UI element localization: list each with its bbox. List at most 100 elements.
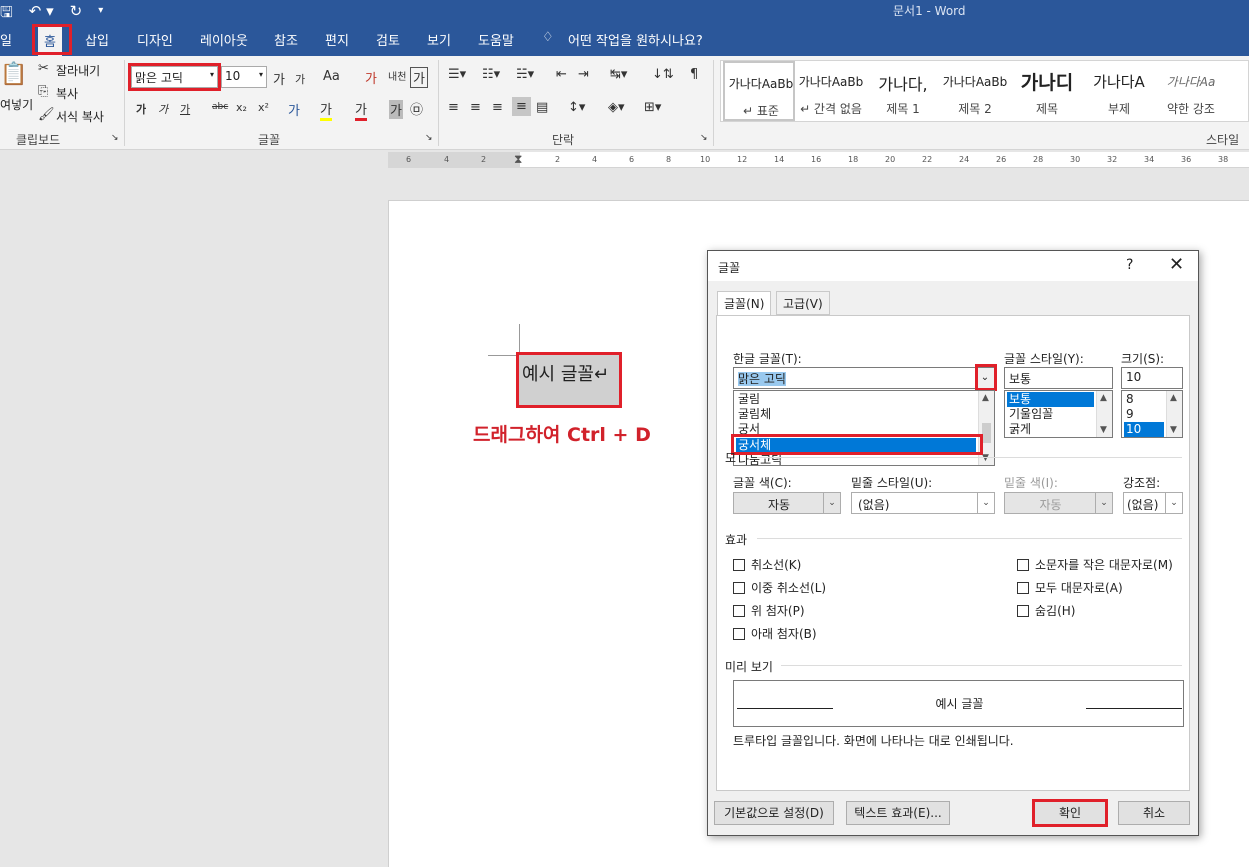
scroll-up-icon[interactable]: ▲ bbox=[1170, 393, 1177, 403]
align-center-icon[interactable]: ≡ bbox=[470, 100, 481, 115]
tell-me-box[interactable]: 어떤 작업을 원하시나요? bbox=[568, 30, 703, 49]
list-item[interactable]: 궁서 bbox=[736, 422, 760, 437]
size-input[interactable]: 10 bbox=[1121, 367, 1183, 389]
list-item-selected[interactable]: 10 bbox=[1124, 422, 1164, 437]
justify-icon[interactable]: ≡ bbox=[512, 97, 531, 116]
dialog-launcher-icon[interactable]: ↘ bbox=[425, 133, 433, 143]
indent-marker-icon[interactable]: ⧗ bbox=[514, 152, 522, 167]
style-heading1[interactable]: 가나다, 제목 1 bbox=[867, 61, 939, 121]
double-strikethrough-checkbox[interactable]: 이중 취소선(L) bbox=[733, 579, 826, 596]
korean-font-list[interactable]: 굴림 굴림체 궁서 궁서체 나눔고딕 ▲ ▼ bbox=[733, 390, 995, 466]
korean-font-input[interactable]: 맑은 고딕 bbox=[733, 367, 995, 389]
close-icon[interactable]: ✕ bbox=[1169, 254, 1184, 275]
set-default-button[interactable]: 기본값으로 설정(D) bbox=[714, 801, 834, 825]
borders-icon[interactable]: ⊞▾ bbox=[644, 100, 661, 115]
align-right-icon[interactable]: ≡ bbox=[492, 100, 503, 115]
scroll-down-icon[interactable]: ▼ bbox=[982, 453, 989, 463]
list-item-selected[interactable]: 보통 bbox=[1007, 392, 1094, 407]
multilevel-list-icon[interactable]: ☵▾ bbox=[516, 67, 534, 82]
char-border-icon[interactable]: 가 bbox=[410, 67, 428, 88]
grow-font-icon[interactable]: 가 bbox=[273, 69, 285, 88]
scrollbar[interactable]: ▲ ▼ bbox=[978, 391, 994, 465]
horizontal-ruler[interactable]: 6 4 2 ⧗ 2 4 6 8 10 12 14 16 18 20 22 24 … bbox=[388, 152, 1249, 168]
selected-text[interactable]: 예시 글꼴↵ bbox=[519, 355, 619, 405]
scrollbar[interactable]: ▲ ▼ bbox=[1096, 391, 1112, 437]
scrollbar[interactable]: ▲ ▼ bbox=[1166, 391, 1182, 437]
dialog-launcher-icon[interactable]: ↘ bbox=[700, 133, 708, 143]
clear-format-icon[interactable]: 가 bbox=[365, 68, 377, 87]
superscript-icon[interactable]: x² bbox=[258, 101, 269, 114]
distributed-icon[interactable]: ▤ bbox=[536, 100, 548, 115]
scroll-down-icon[interactable]: ▼ bbox=[1170, 425, 1177, 435]
underline-color-dropdown[interactable]: 자동 ⌄ bbox=[1004, 492, 1113, 514]
text-effects-button[interactable]: 텍스트 효과(E)... bbox=[846, 801, 950, 825]
format-painter-icon[interactable]: 🖌 bbox=[38, 107, 55, 122]
char-shading-icon[interactable]: 가 bbox=[389, 100, 403, 119]
list-item[interactable]: 8 bbox=[1124, 392, 1134, 407]
underline-style-dropdown[interactable]: (없음) ⌄ bbox=[851, 492, 995, 514]
highlight-icon[interactable]: 가 bbox=[320, 99, 332, 121]
font-name-box[interactable]: 맑은 고딕 ▾ bbox=[131, 66, 218, 88]
superscript-checkbox[interactable]: 위 첨자(P) bbox=[733, 602, 805, 619]
style-title[interactable]: 가나디 제목 bbox=[1011, 61, 1083, 121]
subscript-checkbox[interactable]: 아래 첨자(B) bbox=[733, 625, 817, 642]
decrease-indent-icon[interactable]: ⇤ bbox=[556, 67, 567, 82]
font-size-box[interactable]: 10 ▾ bbox=[221, 66, 267, 88]
numbering-icon[interactable]: ☷▾ bbox=[482, 67, 500, 82]
underline-icon[interactable]: 가 bbox=[180, 101, 190, 117]
style-subtle-emphasis[interactable]: 가나다Aa 약한 강조 bbox=[1155, 61, 1227, 121]
emphasis-dropdown[interactable]: (없음) ⌄ bbox=[1123, 492, 1183, 514]
list-item-selected[interactable]: 궁서체 bbox=[736, 438, 976, 453]
cut-button[interactable]: 잘라내기 bbox=[56, 62, 100, 79]
style-subtitle[interactable]: 가나다A 부제 bbox=[1083, 61, 1155, 121]
list-item[interactable]: 굴림 bbox=[736, 392, 760, 407]
scroll-down-icon[interactable]: ▼ bbox=[1100, 425, 1107, 435]
align-left-icon[interactable]: ≡ bbox=[448, 100, 459, 115]
tab-mailings[interactable]: 편지 bbox=[325, 30, 349, 49]
shading-icon[interactable]: ◈▾ bbox=[608, 100, 625, 115]
tab-design[interactable]: 디자인 bbox=[137, 30, 173, 49]
shrink-font-icon[interactable]: 가 bbox=[295, 71, 305, 87]
font-color-icon[interactable]: 가 bbox=[355, 99, 367, 121]
sort-icon[interactable]: ↓⇅ bbox=[652, 67, 674, 82]
phonetic-guide-icon[interactable]: 내천 bbox=[388, 68, 406, 83]
font-style-list[interactable]: 보통 기울임꼴 굵게 ▲ ▼ bbox=[1004, 390, 1113, 438]
font-style-input[interactable]: 보통 bbox=[1004, 367, 1113, 389]
paste-button[interactable]: 여넣기 bbox=[0, 96, 33, 113]
bullets-icon[interactable]: ☰▾ bbox=[448, 67, 466, 82]
tab-help[interactable]: 도움말 bbox=[478, 30, 514, 49]
italic-icon[interactable]: 가 bbox=[158, 101, 168, 117]
bold-icon[interactable]: 가 bbox=[136, 101, 146, 117]
tab-file[interactable]: 일 bbox=[0, 30, 12, 49]
enclose-char-icon[interactable]: ㉤ bbox=[410, 99, 423, 118]
list-item[interactable]: 나눔고딕 bbox=[736, 453, 782, 465]
tab-font[interactable]: 글꼴(N) bbox=[717, 291, 772, 316]
scroll-thumb[interactable] bbox=[982, 423, 991, 443]
help-icon[interactable]: ? bbox=[1126, 257, 1133, 273]
tab-layout[interactable]: 레이아웃 bbox=[200, 30, 248, 49]
tab-view[interactable]: 보기 bbox=[427, 30, 451, 49]
style-no-spacing[interactable]: 가나다AaBb ↵ 간격 없음 bbox=[795, 61, 867, 121]
show-marks-icon[interactable]: ¶ bbox=[690, 67, 698, 82]
list-item[interactable]: 9 bbox=[1124, 407, 1134, 422]
list-item[interactable]: 굵게 bbox=[1007, 422, 1031, 437]
style-normal[interactable]: 가나다AaBb ↵ 표준 bbox=[723, 61, 795, 121]
tab-home[interactable]: 홈 bbox=[38, 27, 62, 56]
tab-insert[interactable]: 삽입 bbox=[85, 30, 109, 49]
scroll-up-icon[interactable]: ▲ bbox=[1100, 393, 1107, 403]
style-more[interactable]: 가나 bbox=[1227, 61, 1249, 121]
copy-button[interactable]: 복사 bbox=[56, 85, 78, 102]
scroll-up-icon[interactable]: ▲ bbox=[982, 393, 989, 403]
strikethrough-checkbox[interactable]: 취소선(K) bbox=[733, 556, 801, 573]
text-effects-icon[interactable]: 가 bbox=[288, 100, 300, 119]
style-heading2[interactable]: 가나다AaBb 제목 2 bbox=[939, 61, 1011, 121]
copy-icon[interactable]: ⎘ bbox=[38, 84, 48, 99]
scissors-icon[interactable]: ✂ bbox=[38, 61, 49, 76]
all-caps-checkbox[interactable]: 모두 대문자로(A) bbox=[1017, 579, 1123, 596]
chevron-down-icon[interactable]: ⌄ bbox=[975, 368, 994, 388]
hidden-checkbox[interactable]: 숨김(H) bbox=[1017, 602, 1075, 619]
subscript-icon[interactable]: x₂ bbox=[236, 101, 247, 114]
list-item[interactable]: 굴림체 bbox=[736, 407, 771, 422]
strikethrough-icon[interactable]: abc bbox=[212, 102, 228, 112]
ok-button[interactable]: 확인 bbox=[1034, 801, 1106, 825]
